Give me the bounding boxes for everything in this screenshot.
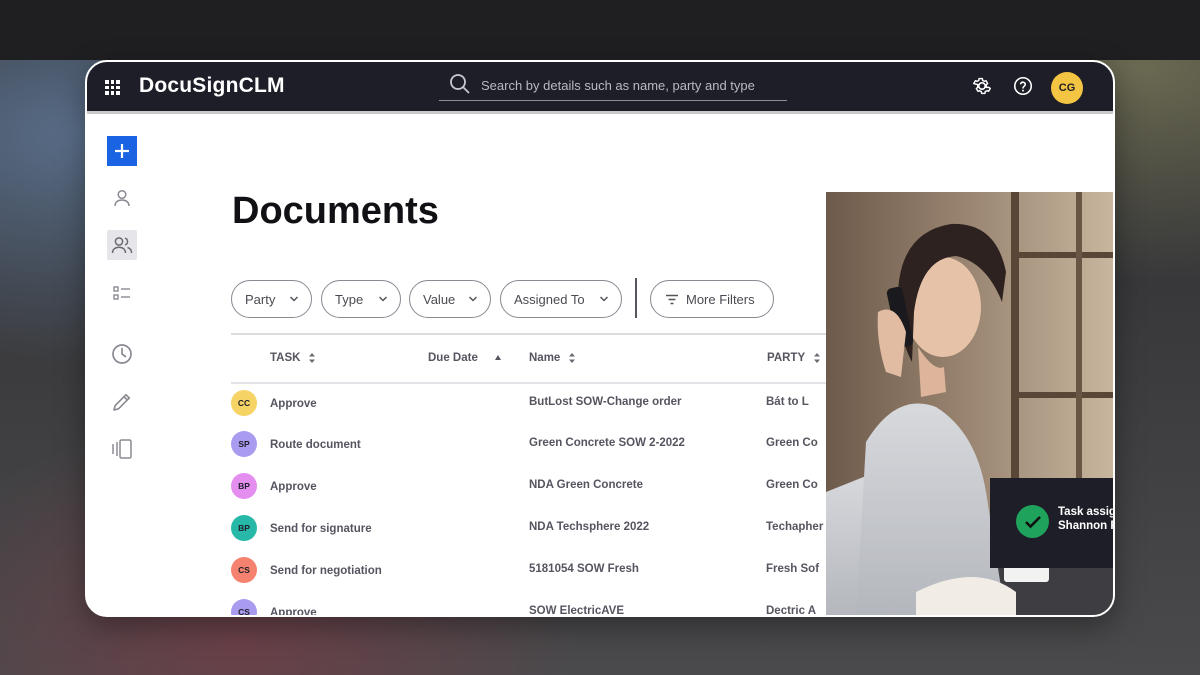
page-title: Documents — [232, 190, 439, 232]
table-top-rule — [231, 333, 831, 335]
row-name[interactable]: ButLost SOW-Change order — [529, 396, 681, 408]
help-icon[interactable] — [1012, 75, 1034, 102]
filter-label: Type — [335, 291, 364, 307]
chevron-down-icon — [289, 296, 299, 302]
column-header-party[interactable]: PARTY — [767, 352, 821, 364]
column-header-task[interactable]: TASK — [270, 352, 316, 364]
column-header-label: PARTY — [767, 352, 806, 364]
column-header-name[interactable]: Name — [529, 352, 576, 364]
list-icon — [113, 286, 130, 300]
column-header-label: Name — [529, 352, 561, 364]
gear-icon[interactable] — [971, 75, 993, 102]
table-row[interactable]: CS Approve SOW ElectricAVE Dectric A — [231, 599, 831, 617]
sort-ascending-icon — [494, 355, 501, 360]
sidebar-item-documents[interactable] — [107, 434, 137, 464]
user-avatar[interactable]: CG — [1051, 72, 1083, 104]
more-filters-button[interactable]: More Filters — [650, 280, 774, 318]
filter-party[interactable]: Party — [231, 280, 312, 318]
column-header-label: TASK — [270, 352, 301, 364]
row-task: Approve — [270, 398, 317, 410]
filter-label: Party — [245, 291, 276, 307]
assignee-avatar: CS — [231, 599, 257, 615]
sidebar-item-edit[interactable] — [107, 387, 137, 417]
filter-type[interactable]: Type — [321, 280, 401, 318]
add-button[interactable] — [107, 136, 137, 166]
row-task: Send for signature — [270, 523, 372, 535]
table-header-rule — [231, 382, 831, 384]
plus-icon — [115, 144, 129, 158]
row-party: Dectric A — [766, 605, 817, 617]
assignee-avatar: CS — [231, 557, 257, 583]
row-name[interactable]: Green Concrete SOW 2-2022 — [529, 437, 685, 449]
row-task: Approve — [270, 481, 317, 493]
toast-message-line1: Task assig — [1058, 506, 1115, 518]
table-row[interactable]: BP Send for signature NDA Techsphere 202… — [231, 515, 831, 545]
column-header-label: Due Date — [428, 352, 478, 364]
more-filters-label: More Filters — [686, 291, 755, 307]
row-party: Bát to L — [766, 396, 809, 408]
filter-value[interactable]: Value — [409, 280, 491, 318]
chevron-down-icon — [468, 296, 478, 302]
filter-divider — [635, 278, 637, 318]
brand-logo[interactable]: DocuSignCLM — [139, 74, 285, 98]
row-name[interactable]: 5181054 SOW Fresh — [529, 563, 639, 575]
row-task: Approve — [270, 607, 317, 617]
assignee-avatar: BP — [231, 515, 257, 541]
sidebar-item-users[interactable] — [107, 230, 137, 260]
toast-message-line2: Shannon F — [1058, 520, 1115, 532]
table-row[interactable]: BP Approve NDA Green Concrete Green Co — [231, 473, 831, 503]
assignee-avatar: SP — [231, 431, 257, 457]
sort-icon — [569, 353, 576, 363]
background-bar — [0, 0, 1200, 60]
table-row[interactable]: CS Send for negotiation 5181054 SOW Fres… — [231, 557, 831, 587]
column-header-due-date[interactable]: Due Date — [428, 352, 502, 364]
app-window: DocuSignCLM CG — [85, 60, 1115, 617]
row-name[interactable]: SOW ElectricAVE — [529, 605, 624, 615]
row-task: Route document — [270, 439, 361, 451]
grid-icon[interactable] — [105, 80, 120, 95]
assignee-avatar: BP — [231, 473, 257, 499]
sidebar-item-history[interactable] — [107, 339, 137, 369]
search-bar — [439, 71, 787, 101]
sort-icon — [309, 353, 316, 363]
sidebar-item-list[interactable] — [107, 278, 137, 308]
row-party: Green Co — [766, 479, 818, 491]
row-name[interactable]: NDA Techsphere 2022 — [529, 521, 649, 533]
sort-icon — [814, 353, 821, 363]
pencil-icon — [113, 393, 131, 411]
sidebar — [87, 117, 157, 615]
filter-label: Value — [423, 291, 456, 307]
filter-assigned-to[interactable]: Assigned To — [500, 280, 622, 318]
sidebar-item-user[interactable] — [107, 183, 137, 213]
row-party: Fresh Sof — [766, 563, 820, 575]
filter-label: Assigned To — [514, 291, 585, 307]
check-icon — [1016, 505, 1049, 538]
row-task: Send for negotiation — [270, 565, 382, 577]
row-party: Green Co — [766, 437, 818, 449]
assignee-avatar: CC — [231, 390, 257, 416]
user-icon — [114, 189, 130, 207]
users-icon — [111, 237, 133, 254]
filter-icon — [666, 294, 678, 305]
table-row[interactable]: CC Approve ButLost SOW-Change order Bát … — [231, 390, 831, 420]
top-bar: DocuSignCLM CG — [87, 62, 1113, 114]
chevron-down-icon — [378, 296, 388, 302]
row-party: Techapher — [766, 521, 824, 533]
search-icon[interactable] — [449, 73, 471, 100]
search-input[interactable] — [481, 75, 781, 95]
documents-stack-icon — [112, 439, 132, 459]
row-name[interactable]: NDA Green Concrete — [529, 479, 643, 491]
clock-icon — [112, 344, 132, 364]
toast-notification: Task assig Shannon F — [990, 478, 1115, 568]
chevron-down-icon — [599, 296, 609, 302]
table-row[interactable]: SP Route document Green Concrete SOW 2-2… — [231, 431, 831, 461]
